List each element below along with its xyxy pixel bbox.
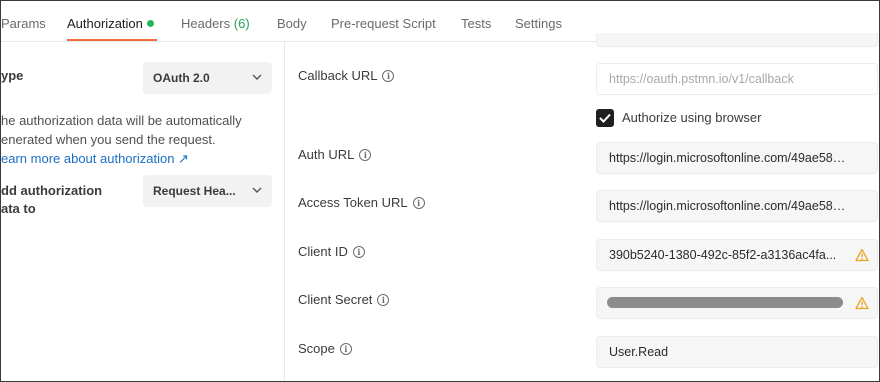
client-secret-input[interactable] [596,287,878,319]
auth-help-text: he authorization data will be automatica… [1,111,271,168]
active-tab-indicator [67,39,157,41]
client-id-label: Client ID i [298,244,365,259]
add-auth-to-label-line-1: dd authorization [1,183,103,198]
callback-url-input[interactable]: https://oauth.pstmn.io/v1/callback [596,63,878,95]
callback-url-placeholder: https://oauth.pstmn.io/v1/callback [609,72,794,86]
info-icon[interactable]: i [382,70,395,82]
callback-url-label-text: Callback URL [298,68,378,83]
info-icon[interactable]: i [339,343,352,355]
auth-type-value: OAuth 2.0 [153,71,210,85]
check-icon [599,113,611,123]
tab-body[interactable]: Body [277,16,307,31]
auth-url-input[interactable]: https://login.microsoftonline.com/49ae58… [596,142,878,174]
auth-type-label: ype [1,68,24,83]
access-token-url-input[interactable]: https://login.microsoftonline.com/49ae58… [596,190,878,222]
access-token-url-value: https://login.microsoftonline.com/49ae58… [609,199,857,213]
authorization-panel: Params Authorization Headers (6) Body Pr… [0,0,880,382]
add-auth-to-value: Request Hea... [153,184,236,198]
auth-url-label: Auth URL i [298,147,372,162]
authorize-browser-label: Authorize using browser [622,110,762,125]
add-auth-to-label-line-2: ata to [1,201,36,216]
tab-headers[interactable]: Headers (6) [181,16,250,31]
info-icon[interactable]: i [377,294,390,306]
tab-prerequest-script[interactable]: Pre-request Script [331,16,436,31]
tab-params[interactable]: Params [1,16,46,31]
auth-type-select[interactable]: OAuth 2.0 [143,62,272,94]
info-icon[interactable]: i [352,246,365,258]
auth-url-value: https://login.microsoftonline.com/49ae58… [609,151,857,165]
warning-icon[interactable] [855,296,869,310]
tab-tests[interactable]: Tests [461,16,491,31]
access-token-url-label: Access Token URL i [298,195,425,210]
tab-settings[interactable]: Settings [515,16,562,31]
client-secret-label: Client Secret i [298,292,390,307]
scope-input[interactable]: User.Read [596,336,878,368]
help-line-1: he authorization data will be automatica… [1,113,242,128]
client-id-value: 390b5240-1380-492c-85f2-a3136ac4fa... [609,248,837,262]
auth-url-label-text: Auth URL [298,147,355,162]
help-line-2: enerated when you send the request. [1,132,216,147]
info-icon[interactable]: i [359,149,372,161]
client-id-input[interactable]: 390b5240-1380-492c-85f2-a3136ac4fa... [596,239,878,271]
scope-label-text: Scope [298,341,335,356]
tab-authorization-label: Authorization [67,16,143,31]
pane-divider [284,42,285,381]
add-auth-to-select[interactable]: Request Hea... [143,175,272,207]
add-auth-to-label: dd authorization ata to [1,182,102,218]
client-secret-redacted [607,297,843,308]
headers-count-badge: (6) [233,16,250,31]
client-id-label-text: Client ID [298,244,348,259]
chevron-down-icon [252,187,262,193]
scope-value: User.Read [609,345,669,359]
learn-more-link[interactable]: earn more about authorization ↗ [1,149,271,168]
warning-icon[interactable] [855,248,869,262]
status-dot-icon [146,20,154,27]
callback-url-label: Callback URL i [298,68,395,83]
scope-label: Scope i [298,341,352,356]
client-secret-label-text: Client Secret [298,292,373,307]
tab-headers-label: Headers [181,16,231,31]
chevron-down-icon [252,74,262,80]
info-icon[interactable]: i [412,197,425,209]
access-token-url-label-text: Access Token URL [298,195,408,210]
tab-authorization[interactable]: Authorization [67,16,154,31]
previous-field-input[interactable] [596,33,878,47]
authorize-browser-checkbox[interactable] [596,109,614,127]
